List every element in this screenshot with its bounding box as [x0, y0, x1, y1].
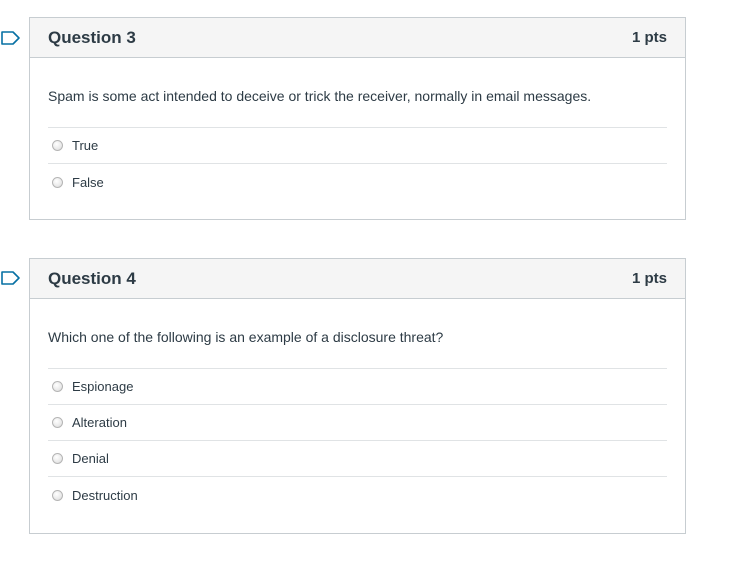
answer-option-denial[interactable]: Denial [48, 441, 667, 477]
radio-button[interactable] [52, 489, 63, 501]
answer-list: Espionage Alteration Denial Destruction [48, 369, 667, 513]
answer-option-destruction[interactable]: Destruction [48, 477, 667, 513]
quiz-page: Question 3 1 pts Spam is some act intend… [0, 0, 743, 567]
answer-option-false[interactable]: False [48, 164, 667, 200]
answer-option-espionage[interactable]: Espionage [48, 369, 667, 405]
radio-button[interactable] [52, 140, 63, 151]
answer-label[interactable]: Espionage [72, 379, 133, 394]
answer-list: True False [48, 128, 667, 200]
answer-label[interactable]: Alteration [72, 415, 127, 430]
flag-question-icon[interactable] [1, 271, 21, 285]
radio-button[interactable] [52, 381, 63, 392]
answer-option-true[interactable]: True [48, 128, 667, 164]
answer-option-alteration[interactable]: Alteration [48, 405, 667, 441]
radio-button[interactable] [52, 453, 63, 464]
question-body: Spam is some act intended to deceive or … [30, 58, 685, 200]
answer-label[interactable]: False [72, 175, 104, 190]
question-text: Spam is some act intended to deceive or … [48, 58, 667, 128]
answer-label[interactable]: Destruction [72, 488, 138, 503]
radio-button[interactable] [52, 176, 63, 188]
question-4: Question 4 1 pts Which one of the follow… [29, 258, 686, 534]
question-points: 1 pts [631, 29, 667, 46]
question-header: Question 3 1 pts [30, 18, 685, 58]
question-body: Which one of the following is an example… [30, 299, 685, 513]
question-points: 1 pts [631, 270, 667, 287]
question-header: Question 4 1 pts [30, 259, 685, 299]
question-title: Question 3 [48, 27, 136, 47]
answer-label[interactable]: True [72, 138, 98, 153]
question-text: Which one of the following is an example… [48, 299, 667, 369]
flag-question-icon[interactable] [1, 31, 21, 45]
answer-label[interactable]: Denial [72, 451, 109, 466]
radio-button[interactable] [52, 417, 63, 428]
question-3: Question 3 1 pts Spam is some act intend… [29, 17, 686, 220]
question-title: Question 4 [48, 268, 136, 288]
